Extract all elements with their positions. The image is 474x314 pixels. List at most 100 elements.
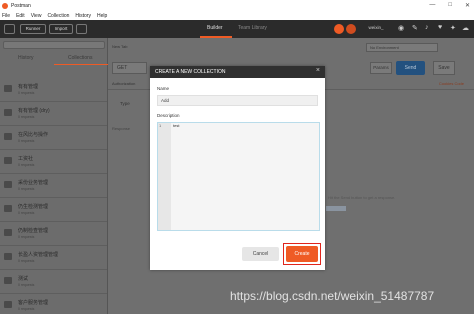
folder-icon — [4, 253, 12, 260]
collection-count: 0 requests — [18, 259, 35, 263]
collection-name: 长盈人资管理管理 — [18, 252, 59, 258]
collection-count: 0 requests — [18, 187, 35, 191]
tab-collections[interactable]: Collections — [68, 55, 92, 61]
sidebar: History Collections 有有管理 0 requests 有有管理… — [0, 38, 108, 314]
collections-tab-indicator — [54, 64, 108, 65]
cookies-code-links[interactable]: Cookies Code — [439, 81, 464, 86]
cancel-button[interactable]: Cancel — [242, 247, 279, 261]
dialog-header: CREATE A NEW COLLECTION × — [150, 66, 325, 78]
folder-icon — [4, 301, 12, 308]
folder-icon — [4, 205, 12, 212]
collection-name: 测试 — [18, 276, 29, 282]
line-number: 1 — [159, 123, 162, 128]
description-label: Description — [157, 113, 180, 118]
send-button[interactable]: Send — [396, 61, 425, 75]
response-label: Response — [112, 126, 131, 131]
sync-status-icon[interactable] — [334, 24, 344, 34]
collection-item[interactable]: 长盈人资管理管理 0 requests — [0, 246, 107, 270]
satellite-icon[interactable]: ◉ — [398, 24, 404, 32]
collection-item[interactable]: 测试 0 requests — [0, 270, 107, 294]
tab-authorization[interactable]: Authorization — [112, 81, 135, 86]
auth-type-label: Type — [120, 101, 130, 106]
folder-icon — [4, 277, 12, 284]
collection-count: 0 requests — [18, 91, 35, 95]
environment-select[interactable]: No Environment — [366, 43, 438, 52]
runner-button[interactable]: Runner — [20, 24, 46, 34]
user-menu[interactable]: weixin_ — [361, 24, 391, 34]
tab-team-library[interactable]: Team Library — [238, 25, 267, 31]
save-button[interactable]: Save — [433, 61, 455, 75]
collection-name: 采份业务管理 — [18, 180, 49, 186]
window-controls: — □ ✕ — [429, 2, 470, 9]
folder-icon — [4, 229, 12, 236]
menu-bar: File Edit View Collection History Help — [0, 11, 474, 20]
collection-count: 0 requests — [18, 283, 35, 287]
collection-count: 0 requests — [18, 139, 35, 143]
folder-icon — [4, 133, 12, 140]
sidebar-search-input[interactable] — [3, 41, 105, 49]
collection-item[interactable]: 采份业务管理 0 requests — [0, 174, 107, 198]
minimize-button[interactable]: — — [429, 2, 435, 9]
maximize-button[interactable]: □ — [448, 2, 452, 9]
bell-icon[interactable]: ♪ — [425, 24, 429, 31]
collection-name: 在风比与操作 — [18, 132, 49, 138]
collection-name: 仍制检查管理 — [18, 228, 49, 234]
folder-icon — [4, 109, 12, 116]
collection-item[interactable]: 在风比与操作 0 requests — [0, 126, 107, 150]
heart-icon[interactable]: ♥ — [438, 24, 442, 31]
menu-help[interactable]: Help — [97, 13, 107, 19]
menu-history[interactable]: History — [75, 13, 91, 19]
description-text: test — [173, 123, 180, 128]
collection-name-input[interactable]: Add — [157, 95, 318, 106]
twitter-icon[interactable]: ✦ — [450, 24, 456, 32]
close-icon[interactable]: × — [316, 67, 320, 74]
menu-view[interactable]: View — [31, 13, 42, 19]
collection-name: 客户服务管理 — [18, 300, 49, 306]
tab-builder[interactable]: Builder — [207, 25, 223, 31]
menu-collection[interactable]: Collection — [47, 13, 69, 19]
window-title: Postman — [11, 2, 31, 9]
collection-item[interactable]: 工资社 0 requests — [0, 150, 107, 174]
request-tab[interactable]: New Tab — [112, 44, 128, 49]
collection-item[interactable]: 有有管理 (dry) 0 requests — [0, 102, 107, 126]
collection-name: 有有管理 — [18, 84, 39, 90]
collection-item[interactable]: 客户服务管理 0 requests — [0, 294, 107, 314]
sidebar-toggle-icon[interactable] — [4, 24, 15, 34]
collection-count: 0 requests — [18, 211, 35, 215]
create-button[interactable]: Create — [286, 246, 318, 262]
description-editor[interactable]: 1 test — [157, 122, 320, 231]
header-toolbar: Runner Import Builder Team Library weixi… — [0, 20, 474, 38]
title-bar: Postman — □ ✕ — [0, 0, 474, 11]
collection-name: 工资社 — [18, 156, 34, 162]
collection-count: 0 requests — [18, 235, 35, 239]
collection-item[interactable]: 仍生检测管理 0 requests — [0, 198, 107, 222]
collection-count: 0 requests — [18, 307, 35, 311]
collection-item[interactable]: 有有管理 0 requests — [0, 78, 107, 102]
tab-history[interactable]: History — [18, 55, 34, 61]
collection-count: 0 requests — [18, 163, 35, 167]
import-button[interactable]: Import — [49, 24, 73, 34]
line-number-gutter: 1 — [158, 123, 171, 230]
dialog-title: CREATE A NEW COLLECTION — [155, 69, 226, 75]
collection-name: 有有管理 (dry) — [18, 108, 50, 114]
watermark-text: https://blog.csdn.net/weixin_51487787 — [230, 289, 435, 303]
collection-item[interactable]: 仍制检查管理 0 requests — [0, 222, 107, 246]
postman-logo-icon — [2, 2, 8, 9]
cloud-icon[interactable]: ☁ — [462, 24, 469, 32]
close-window-button[interactable]: ✕ — [465, 2, 470, 9]
menu-file[interactable]: File — [2, 13, 10, 19]
collection-name: 仍生检测管理 — [18, 204, 49, 210]
new-window-icon[interactable] — [76, 24, 87, 34]
collection-count: 0 requests — [18, 115, 35, 119]
response-illustration — [326, 206, 346, 211]
wrench-icon[interactable]: ✎ — [412, 24, 418, 32]
response-hint: Hit the Send button to get a response. — [328, 195, 396, 200]
folder-icon — [4, 157, 12, 164]
interceptor-icon[interactable] — [346, 24, 356, 34]
params-button[interactable]: Params — [370, 62, 392, 74]
create-collection-dialog: CREATE A NEW COLLECTION × Name Add Descr… — [150, 66, 325, 270]
folder-icon — [4, 181, 12, 188]
folder-icon — [4, 85, 12, 92]
method-select[interactable]: GET — [112, 62, 147, 74]
menu-edit[interactable]: Edit — [16, 13, 25, 19]
